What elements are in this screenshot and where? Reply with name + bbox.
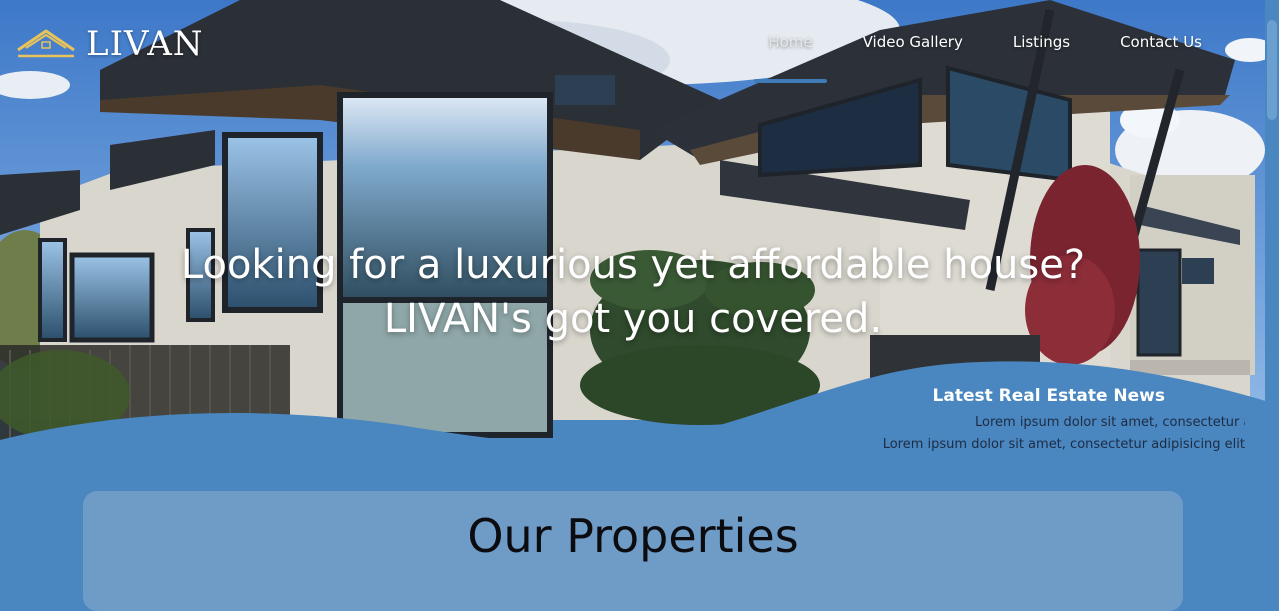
news-title: Latest Real Estate News (932, 386, 1165, 406)
brand-name: LIVAN (86, 24, 204, 64)
scrollbar-thumb[interactable] (1267, 20, 1277, 120)
news-ticker: Latest Real Estate News Lorem ipsum dolo… (825, 386, 1245, 452)
nav-item-contact-us[interactable]: Contact Us (1095, 33, 1227, 51)
brand-logo[interactable]: LIVAN (16, 27, 204, 61)
nav-item-home[interactable]: Home (743, 33, 837, 83)
hero-headline-line2: LIVAN's got you covered. (383, 296, 883, 342)
house-roof-icon (16, 28, 76, 60)
properties-section: Our Properties (83, 491, 1183, 611)
main-nav: Home Video Gallery Listings Contact Us (743, 33, 1227, 83)
hero-headline-line1: Looking for a luxurious yet affordable h… (180, 242, 1086, 288)
properties-title: Our Properties (467, 509, 799, 563)
nav-item-video-gallery[interactable]: Video Gallery (838, 33, 988, 51)
nav-item-listings[interactable]: Listings (988, 33, 1095, 51)
hero-headline: Looking for a luxurious yet affordable h… (133, 238, 1133, 346)
news-item[interactable]: Lorem ipsum dolor sit amet, consectetur … (975, 415, 1245, 430)
page-scrollbar[interactable] (1265, 0, 1279, 577)
news-item[interactable]: Lorem ipsum dolor sit amet, consectetur … (845, 437, 1245, 452)
